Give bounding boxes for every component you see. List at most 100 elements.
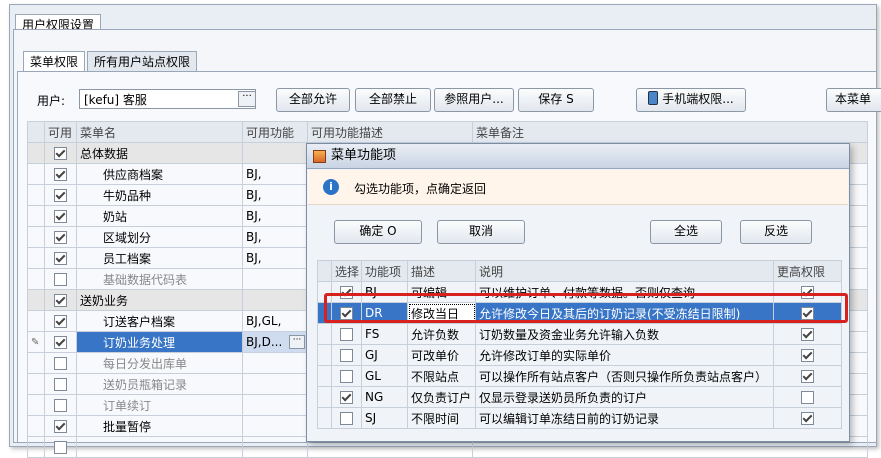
function-select-cell[interactable] bbox=[331, 323, 362, 345]
available-checkbox[interactable] bbox=[54, 441, 67, 454]
higher-permission-cell[interactable] bbox=[773, 386, 842, 408]
menu-available-cell[interactable] bbox=[44, 373, 77, 395]
higher-permission-checkbox[interactable] bbox=[801, 412, 814, 425]
menu-functions-cell[interactable]: BJ, bbox=[242, 163, 308, 185]
user-picker-button[interactable]: ··· bbox=[238, 91, 256, 107]
higher-permission-cell[interactable] bbox=[773, 344, 842, 366]
available-checkbox[interactable] bbox=[54, 189, 67, 202]
available-checkbox[interactable] bbox=[54, 294, 67, 307]
function-select-cell[interactable] bbox=[331, 407, 362, 429]
function-select-cell[interactable] bbox=[331, 344, 362, 366]
menu-available-cell[interactable] bbox=[44, 415, 77, 437]
menu-available-cell[interactable] bbox=[44, 331, 77, 353]
menu-name: 送奶员瓶箱记录 bbox=[103, 377, 188, 392]
tab-all-user-site-permission[interactable]: 所有用户站点权限 bbox=[87, 51, 198, 72]
menu-available-cell[interactable] bbox=[44, 163, 77, 185]
menu-name: 订送客户档案 bbox=[103, 314, 176, 329]
menu-available-cell[interactable] bbox=[44, 226, 77, 248]
col-menu-remark[interactable]: 菜单备注 bbox=[472, 121, 868, 143]
select-checkbox[interactable] bbox=[340, 391, 353, 404]
available-checkbox[interactable] bbox=[54, 336, 67, 349]
menu-available-cell[interactable] bbox=[44, 205, 77, 227]
function-row[interactable]: GL 不限站点 可以操作所有站点客户（否则只操作所负责站点客户） bbox=[317, 365, 842, 387]
available-checkbox[interactable] bbox=[54, 273, 67, 286]
available-checkbox[interactable] bbox=[54, 210, 67, 223]
col-function-description[interactable]: 可用功能描述 bbox=[307, 121, 473, 143]
menu-functions-cell[interactable] bbox=[242, 436, 308, 458]
save-button[interactable]: 保存 S bbox=[518, 88, 594, 112]
menu-available-cell[interactable] bbox=[44, 352, 77, 374]
menu-functions-cell[interactable]: BJ, bbox=[242, 247, 308, 269]
higher-permission-checkbox[interactable] bbox=[801, 370, 814, 383]
function-row[interactable]: FS 允许负数 订奶数量及资金业务允许输入负数 bbox=[317, 323, 842, 345]
menu-functions-cell[interactable] bbox=[242, 142, 308, 164]
allow-all-button[interactable]: 全部允许 bbox=[276, 88, 350, 112]
col-menu-name[interactable]: 菜单名 bbox=[76, 121, 243, 143]
select-checkbox[interactable] bbox=[340, 349, 353, 362]
tab-menu-permission[interactable]: 菜单权限 bbox=[23, 51, 86, 72]
menu-available-cell[interactable] bbox=[44, 394, 77, 416]
menu-functions-cell[interactable]: BJ,D... ··· bbox=[242, 331, 308, 353]
confirm-button[interactable]: 确定 O bbox=[334, 220, 422, 244]
menu-name-cell: 送奶业务 bbox=[76, 289, 243, 311]
available-checkbox[interactable] bbox=[54, 252, 67, 265]
function-row[interactable]: SJ 不限时间 可以编辑订单冻结日前的订奶记录 bbox=[317, 407, 842, 429]
menu-available-cell[interactable] bbox=[44, 184, 77, 206]
deny-all-button[interactable]: 全部禁止 bbox=[355, 88, 431, 112]
higher-permission-cell[interactable] bbox=[773, 365, 842, 387]
available-checkbox[interactable] bbox=[54, 399, 67, 412]
menu-available-cell[interactable] bbox=[44, 310, 77, 332]
menu-functions-cell[interactable]: BJ,GL, bbox=[242, 310, 308, 332]
menu-functions-cell[interactable]: BJ, bbox=[242, 184, 308, 206]
function-select-cell[interactable] bbox=[331, 386, 362, 408]
menu-functions-cell[interactable]: BJ, bbox=[242, 205, 308, 227]
function-row[interactable]: GJ 可改单价 允许修改订单的实际单价 bbox=[317, 344, 842, 366]
col-description[interactable]: 描述 bbox=[407, 260, 476, 282]
menu-functions-cell[interactable] bbox=[242, 352, 308, 374]
available-checkbox[interactable] bbox=[54, 231, 67, 244]
row-indicator bbox=[27, 268, 45, 290]
col-function-code[interactable]: 功能项 bbox=[361, 260, 408, 282]
available-checkbox[interactable] bbox=[54, 420, 67, 433]
menu-functions-cell[interactable] bbox=[242, 415, 308, 437]
higher-permission-checkbox[interactable] bbox=[801, 391, 814, 404]
function-row[interactable]: NG 仅负责订户 仅显示登录送奶员所负责的订户 bbox=[317, 386, 842, 408]
function-picker-button[interactable]: ··· bbox=[289, 335, 305, 349]
col-available[interactable]: 可用 bbox=[44, 121, 77, 143]
col-available-functions[interactable]: 可用功能 bbox=[242, 121, 308, 143]
menu-available-cell[interactable] bbox=[44, 436, 77, 458]
higher-permission-cell[interactable] bbox=[773, 407, 842, 429]
col-explanation[interactable]: 说明 bbox=[475, 260, 774, 282]
invert-selection-button[interactable]: 反选 bbox=[740, 220, 812, 244]
menu-functions-cell[interactable] bbox=[242, 268, 308, 290]
available-checkbox[interactable] bbox=[54, 378, 67, 391]
higher-permission-checkbox[interactable] bbox=[801, 349, 814, 362]
available-checkbox[interactable] bbox=[54, 357, 67, 370]
menu-functions-cell[interactable] bbox=[242, 373, 308, 395]
menu-functions-cell[interactable] bbox=[242, 394, 308, 416]
col-select[interactable]: 选择 bbox=[331, 260, 362, 282]
menu-functions-cell[interactable] bbox=[242, 289, 308, 311]
select-checkbox[interactable] bbox=[340, 328, 353, 341]
menu-name-cell: 员工档案 bbox=[76, 247, 243, 269]
higher-permission-cell[interactable] bbox=[773, 323, 842, 345]
user-field[interactable]: [kefu] 客服 bbox=[79, 89, 256, 109]
menu-available-cell[interactable] bbox=[44, 142, 77, 164]
menu-available-cell[interactable] bbox=[44, 289, 77, 311]
select-all-button[interactable]: 全选 bbox=[650, 220, 722, 244]
cancel-button[interactable]: 取消 bbox=[437, 220, 525, 244]
higher-permission-checkbox[interactable] bbox=[801, 328, 814, 341]
available-checkbox[interactable] bbox=[54, 168, 67, 181]
available-checkbox[interactable] bbox=[54, 315, 67, 328]
menu-cut-button[interactable]: 本菜单 bbox=[826, 88, 881, 112]
menu-available-cell[interactable] bbox=[44, 268, 77, 290]
col-higher-permission[interactable]: 更高权限 bbox=[773, 260, 842, 282]
menu-available-cell[interactable] bbox=[44, 247, 77, 269]
mobile-permission-button[interactable]: 手机端权限... bbox=[636, 88, 746, 112]
select-checkbox[interactable] bbox=[340, 412, 353, 425]
function-select-cell[interactable] bbox=[331, 365, 362, 387]
reference-user-button[interactable]: 参照用户... bbox=[434, 88, 514, 112]
available-checkbox[interactable] bbox=[54, 147, 67, 160]
select-checkbox[interactable] bbox=[340, 370, 353, 383]
menu-functions-cell[interactable]: BJ, bbox=[242, 226, 308, 248]
